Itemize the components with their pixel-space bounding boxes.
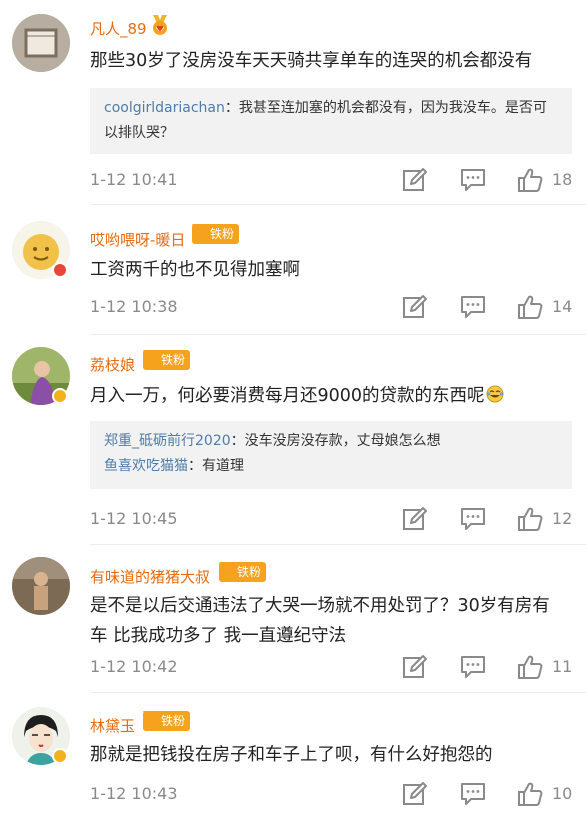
edit-icon[interactable]: [402, 654, 428, 680]
like-count: 12: [552, 509, 573, 528]
avatar-image: [12, 557, 70, 615]
reply-author[interactable]: 鱼喜欢吃猫猫: [104, 458, 188, 474]
verified-badge-icon: [52, 262, 68, 278]
like-count: 10: [552, 784, 573, 803]
like-icon[interactable]: [517, 781, 543, 807]
badge-group: 铁粉: [188, 223, 240, 245]
reply-line: 郑重_砥砺前行2020：没车没房没存款，丈母娘怎么想: [104, 429, 558, 454]
avatar[interactable]: [12, 557, 70, 615]
timestamp: 1-12 10:38: [90, 297, 178, 316]
verified-badge-icon: [52, 748, 68, 764]
reply-preview[interactable]: 郑重_砥砺前行2020：没车没房没存款，丈母娘怎么想 鱼喜欢吃猫猫：有道理: [90, 421, 572, 489]
badge-group: 铁粉: [139, 349, 191, 371]
comment-item: 有味道的猪猪大叔 铁粉 是不是以后交通违法了大哭一场就不用处罚了？30岁有房有 …: [0, 545, 586, 693]
reply-line: 鱼喜欢吃猫猫：有道理: [104, 454, 558, 479]
reply-text: ：没车没房没存款，丈母娘怎么想: [230, 433, 441, 449]
fan-badge: 铁粉: [143, 350, 191, 370]
comment-text-line: 是不是以后交通违法了大哭一场就不用处罚了？30岁有房有: [90, 596, 550, 616]
comment-text: 月入一万，何必要消费每月还9000的贷款的东西呢: [90, 381, 566, 411]
verified-badge-icon: [52, 388, 68, 404]
badge-group: 铁粉: [139, 710, 191, 732]
comment-text-body: 月入一万，何必要消费每月还9000的贷款的东西呢: [90, 386, 485, 406]
username[interactable]: 凡人_89: [90, 18, 147, 39]
comment-icon[interactable]: [460, 654, 486, 680]
timestamp: 1-12 10:43: [90, 784, 178, 803]
edit-icon[interactable]: [402, 294, 428, 320]
comment-icon[interactable]: [460, 506, 486, 532]
comment-text-line: 车 比我成功多了 我一直遵纪守法: [90, 626, 347, 646]
comment-icon[interactable]: [460, 781, 486, 807]
comment-footer: 1-12 10:45 12: [90, 506, 572, 532]
username[interactable]: 荔枝娘: [90, 354, 135, 375]
fan-badge: 铁粉: [192, 224, 240, 244]
comment-text: 是不是以后交通违法了大哭一场就不用处罚了？30岁有房有 车 比我成功多了 我一直…: [90, 591, 566, 651]
comment-icon[interactable]: [460, 167, 486, 193]
comment-footer: 1-12 10:41 18: [90, 167, 572, 193]
edit-icon[interactable]: [402, 506, 428, 532]
timestamp: 1-12 10:45: [90, 509, 178, 528]
edit-icon[interactable]: [402, 781, 428, 807]
avatar-image: [12, 14, 70, 72]
fan-badge: 铁粉: [219, 562, 267, 582]
like-icon[interactable]: [517, 167, 543, 193]
comment-text: 那就是把钱投在房子和车子上了呗，有什么好抱怨的: [90, 745, 493, 765]
username[interactable]: 哎哟喂呀-暖日: [90, 229, 185, 250]
comment-item: 荔枝娘 铁粉 月入一万，何必要消费每月还9000的贷款的东西呢 郑重_砥砺前行2…: [0, 335, 586, 545]
like-count: 14: [552, 297, 573, 316]
avatar[interactable]: [12, 14, 70, 72]
like-icon[interactable]: [517, 294, 543, 320]
username[interactable]: 有味道的猪猪大叔: [90, 566, 210, 587]
comment-footer: 1-12 10:38 14: [90, 294, 572, 320]
badge-group: 铁粉: [215, 561, 267, 583]
medal-icon: [149, 14, 171, 36]
comment-footer: 1-12 10:43 10: [90, 781, 572, 807]
edit-icon[interactable]: [402, 167, 428, 193]
username[interactable]: 林黛玉: [90, 715, 135, 736]
timestamp: 1-12 10:41: [90, 170, 178, 189]
reply-preview[interactable]: coolgirldariachan：我甚至连加塞的机会都没有，因为我没车。是否可…: [90, 88, 572, 154]
like-icon[interactable]: [517, 654, 543, 680]
badge-group: [149, 14, 171, 36]
like-count: 18: [552, 170, 573, 189]
comment-item: 哎哟喂呀-暖日 铁粉 工资两千的也不见得加塞啊 1-12 10:38 14: [0, 205, 586, 335]
comment-text: 那些30岁了没房没车天天骑共享单车的连哭的机会都没有: [90, 51, 533, 71]
fan-badge: 铁粉: [143, 711, 191, 731]
reply-text: ：有道理: [188, 458, 244, 474]
reply-author[interactable]: coolgirldariachan: [104, 100, 225, 116]
reply-author[interactable]: 郑重_砥砺前行2020: [104, 433, 231, 449]
comment-footer: 1-12 10:42 11: [90, 654, 572, 680]
like-count: 11: [552, 657, 573, 676]
timestamp: 1-12 10:42: [90, 657, 178, 676]
comment-item: 林黛玉 铁粉 那就是把钱投在房子和车子上了呗，有什么好抱怨的 1-12 10:4…: [0, 693, 586, 820]
comment-text: 工资两千的也不见得加塞啊: [90, 260, 300, 280]
comment-icon[interactable]: [460, 294, 486, 320]
laughing-tears-emoji: [486, 385, 504, 403]
comment-item: 凡人_89 那些30岁了没房没车天天骑共享单车的连哭的机会都没有 coolgir…: [0, 0, 586, 205]
like-icon[interactable]: [517, 506, 543, 532]
